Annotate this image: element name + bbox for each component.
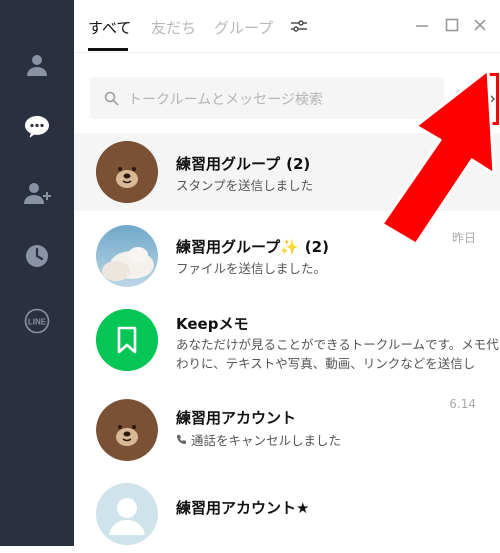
search-box[interactable]: トークルームとメッセージ検索 (90, 77, 444, 119)
phone-icon (176, 433, 187, 448)
chat-row[interactable]: Keepメモ あなただけが見ることができるトークルームです。メモ代 わりに、テキ… (74, 301, 500, 389)
line-logo-icon[interactable]: LINE (22, 306, 52, 336)
bear-avatar (96, 399, 158, 461)
sort-icon[interactable] (454, 88, 472, 112)
sky-avatar (96, 225, 158, 287)
chat-last-message: スタンプを送信しました (176, 178, 314, 193)
maximize-icon[interactable] (444, 17, 460, 33)
chat-title: 練習用グループ (2) (176, 155, 311, 173)
add-friend-icon[interactable] (22, 178, 52, 208)
search-input[interactable]: トークルームとメッセージ検索 (128, 89, 323, 109)
chats-icon[interactable] (22, 112, 52, 142)
chat-title: Keepメモ (176, 315, 249, 333)
chat-title: 練習用アカウント★ (176, 499, 310, 517)
friends-icon[interactable] (22, 50, 52, 80)
expand-panel-button[interactable] (484, 73, 499, 125)
chat-row[interactable]: 練習用グループ (2) スタンプを送信しました (74, 133, 500, 211)
tab-all[interactable]: すべて (88, 17, 131, 38)
bookmark-icon (96, 309, 158, 371)
svg-text:LINE: LINE (28, 318, 47, 327)
chat-time: 昨日 (451, 231, 476, 245)
search-icon (104, 91, 119, 110)
tab-bar: すべて 友だち グループ (74, 0, 500, 53)
clock-icon[interactable] (22, 241, 52, 271)
chat-row[interactable]: 練習用アカウント★ (74, 475, 500, 553)
keep-memo-avatar (96, 309, 158, 371)
default-avatar (96, 483, 158, 545)
chat-title: 練習用アカウント (176, 409, 297, 427)
tab-underline (88, 48, 128, 51)
minimize-icon[interactable] (414, 17, 430, 33)
main-panel: すべて 友だち グループ トークルームとメッセージ検索 練習用グループ (2) … (74, 0, 500, 546)
chat-last-message: 通話をキャンセルしました (176, 431, 341, 450)
chat-last-message: ファイルを送信しました。 (176, 261, 327, 276)
chat-row[interactable]: 練習用グループ✨ (2) ファイルを送信しました。 昨日 (74, 217, 500, 295)
tab-friends[interactable]: 友だち (151, 17, 196, 38)
bear-avatar (96, 141, 158, 203)
chat-title: 練習用グループ✨ (2) (176, 238, 329, 256)
sidebar: LINE (0, 0, 74, 546)
chat-time: 6.14 (449, 397, 476, 411)
chat-last-message-line1: あなただけが見ることができるトークルームです。メモ代 (176, 337, 499, 352)
close-icon[interactable] (472, 17, 488, 33)
chat-row[interactable]: 練習用アカウント 通話をキャンセルしました 6.14 (74, 391, 500, 469)
filter-icon[interactable] (290, 18, 307, 34)
chat-last-message-line2: わりに、テキストや写真、動画、リンクなどを送信し (176, 356, 476, 371)
tab-groups[interactable]: グループ (214, 17, 273, 38)
chevron-right-icon (488, 93, 495, 105)
